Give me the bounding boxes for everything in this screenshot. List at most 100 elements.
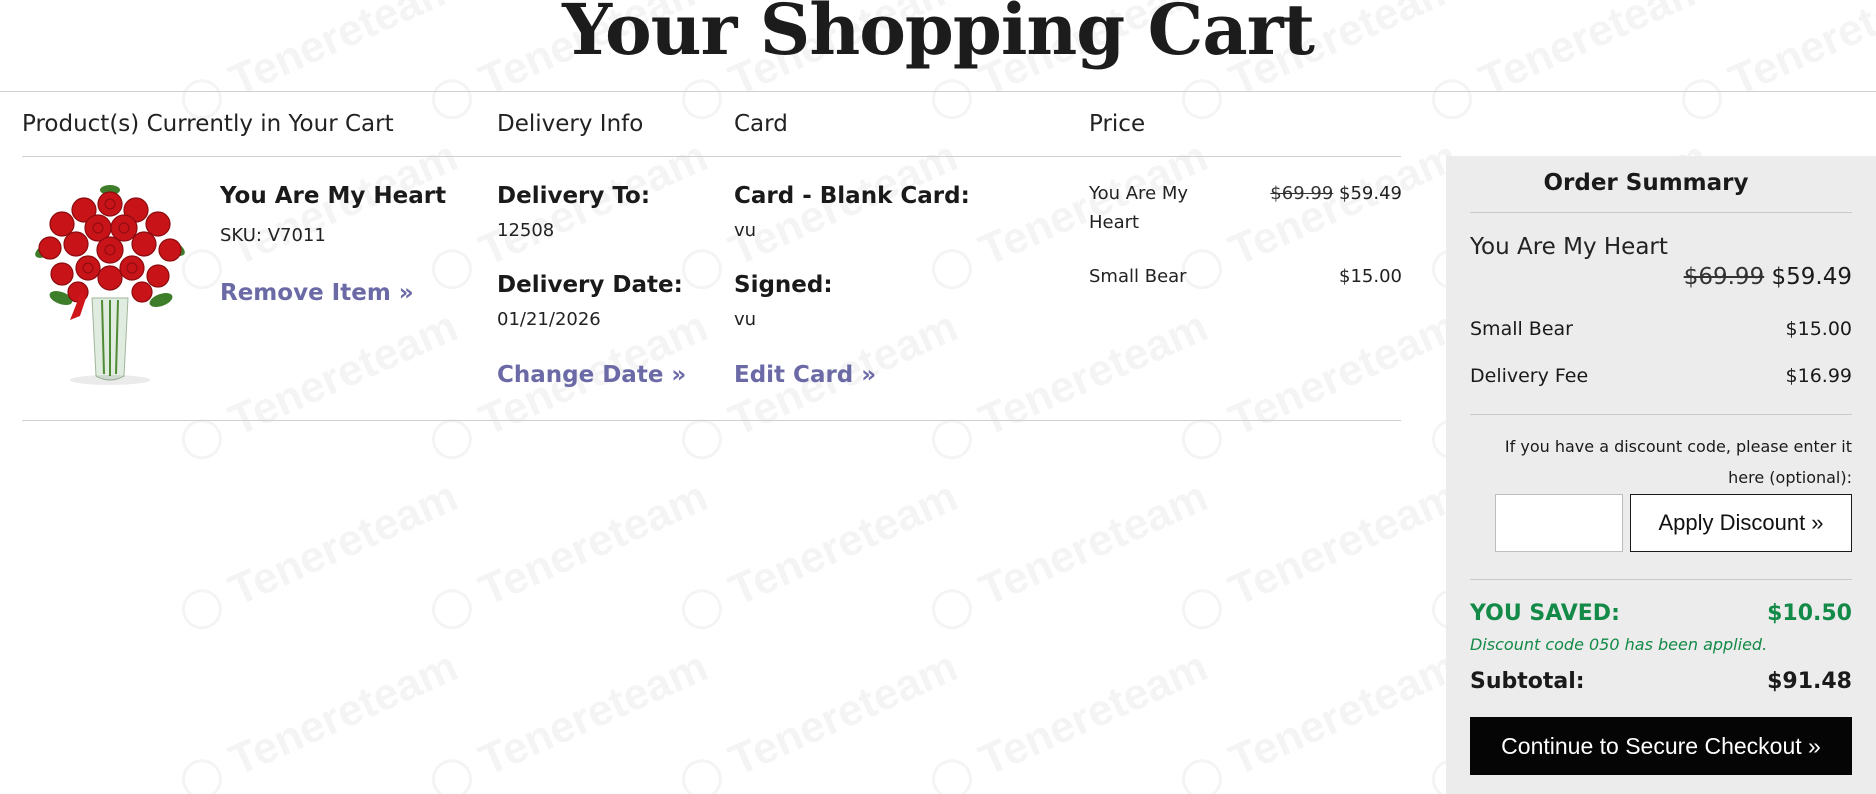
watermark-text: Tenereteam [1173,302,1465,469]
card-type-value: vu [734,220,757,241]
price-addon-value: $15.00 [1339,266,1402,287]
watermark-label: Tenereteam [472,642,715,786]
watermark-logo-icon [925,73,979,126]
watermark-label: Tenereteam [972,642,1215,786]
divider [0,91,1876,92]
summary-item-old-price: $69.99 [1683,264,1765,290]
divider [1470,212,1852,213]
watermark-logo-icon [425,583,479,636]
column-header-card: Card [734,111,788,137]
watermark-logo-icon [425,243,479,296]
watermark-logo-icon [175,583,229,636]
page-title: Your Shopping Cart [562,0,1315,71]
watermark-label: Tenereteam [722,472,965,616]
remove-item-link[interactable]: Remove Item » [220,280,414,306]
watermark-label: Tenereteam [972,302,1215,446]
card-signed-label: Signed: [734,272,833,298]
watermark-label: Tenereteam [1222,472,1465,616]
watermark-text: Tenereteam [173,302,465,469]
summary-fee-label: Delivery Fee [1470,365,1589,387]
watermark-text: Tenereteam [1173,642,1465,794]
watermark-text: Tenereteam [923,642,1215,794]
watermark-logo-icon [675,73,729,126]
subtotal-value: $91.48 [1767,669,1852,694]
watermark-label: Tenereteam [222,302,465,446]
watermark-text: Tenereteam [673,472,965,639]
discount-note: If you have a discount code, please ente… [1504,437,1852,487]
watermark-text: Tenereteam [173,642,465,794]
change-date-link[interactable]: Change Date » [497,362,686,388]
divider [22,156,1401,157]
watermark-logo-icon [425,753,479,794]
watermark-logo-icon [675,413,729,466]
watermark-text: Tenereteam [1173,472,1465,639]
watermark-label: Tenereteam [1222,302,1465,446]
watermark-logo-icon [675,243,729,296]
divider [22,420,1401,421]
secure-checkout-button[interactable]: Continue to Secure Checkout » [1470,717,1852,775]
you-saved-label: YOU SAVED: [1470,601,1620,626]
price-item-name: You Are My Heart [1089,183,1189,233]
watermark-logo-icon [925,753,979,794]
delivery-to-value: 12508 [497,220,555,241]
watermark-label: Tenereteam [972,472,1215,616]
watermark-text: Tenereteam [923,472,1215,639]
you-saved-value: $10.50 [1767,601,1852,626]
price-item-value: $69.99 $59.49 [1270,183,1402,204]
card-signed-value: vu [734,309,757,330]
watermark-logo-icon [925,583,979,636]
summary-bear-price: $15.00 [1785,318,1852,340]
delivery-to-label: Delivery To: [497,183,651,209]
watermark-logo-icon [1175,73,1229,126]
summary-fee-price: $16.99 [1785,365,1852,387]
apply-discount-button[interactable]: Apply Discount » [1630,494,1852,552]
column-header-products: Product(s) Currently in Your Cart [22,111,394,137]
card-type-label: Card - Blank Card: [734,183,970,209]
delivery-date-value: 01/21/2026 [497,309,601,330]
watermark-logo-icon [175,753,229,794]
watermark-logo-icon [925,413,979,466]
divider [1470,579,1852,580]
watermark-text: Tenereteam [923,302,1215,469]
shopping-cart-page: TenereteamTenereteamTenereteamTenereteam… [0,0,1876,794]
product-name[interactable]: You Are My Heart [220,183,446,209]
watermark-logo-icon [1175,413,1229,466]
watermark-logo-icon [175,413,229,466]
subtotal-label: Subtotal: [1470,669,1585,694]
summary-item-new-price: $59.49 [1771,264,1852,290]
watermark-logo-icon [925,243,979,296]
discount-applied-note: Discount code 050 has been applied. [1470,635,1768,654]
discount-code-input[interactable] [1495,494,1623,552]
product-image[interactable] [26,180,194,390]
divider [1470,414,1852,415]
watermark-logo-icon [675,753,729,794]
price-item-old: $69.99 [1270,183,1334,204]
order-summary-panel: Order Summary You Are My Heart $69.99 $5… [1446,156,1876,794]
watermark-logo-icon [1175,753,1229,794]
summary-item-price: $69.99 $59.49 [1684,264,1852,290]
watermark-text: Tenereteam [423,472,715,639]
summary-item-name: You Are My Heart [1470,234,1668,260]
watermark-label: Tenereteam [222,472,465,616]
delivery-date-label: Delivery Date: [497,272,683,298]
order-summary-title: Order Summary [1543,170,1749,196]
edit-card-link[interactable]: Edit Card » [734,362,876,388]
watermark-logo-icon [675,583,729,636]
product-sku: SKU: V7011 [220,225,326,246]
watermark-text: Tenereteam [173,472,465,639]
watermark-logo-icon [1425,73,1479,126]
price-item-new: $59.49 [1339,183,1402,204]
watermark-logo-icon [425,413,479,466]
watermark-logo-icon [425,73,479,126]
watermark-label: Tenereteam [722,642,965,786]
price-addon-name: Small Bear [1089,266,1187,287]
watermark-logo-icon [1175,583,1229,636]
watermark-label: Tenereteam [1222,642,1465,786]
watermark-label: Tenereteam [472,472,715,616]
watermark-logo-icon [1675,73,1729,126]
summary-bear-label: Small Bear [1470,318,1573,340]
column-header-delivery: Delivery Info [497,111,644,137]
watermark-text: Tenereteam [423,642,715,794]
watermark-text: Tenereteam [673,642,965,794]
watermark-label: Tenereteam [222,642,465,786]
